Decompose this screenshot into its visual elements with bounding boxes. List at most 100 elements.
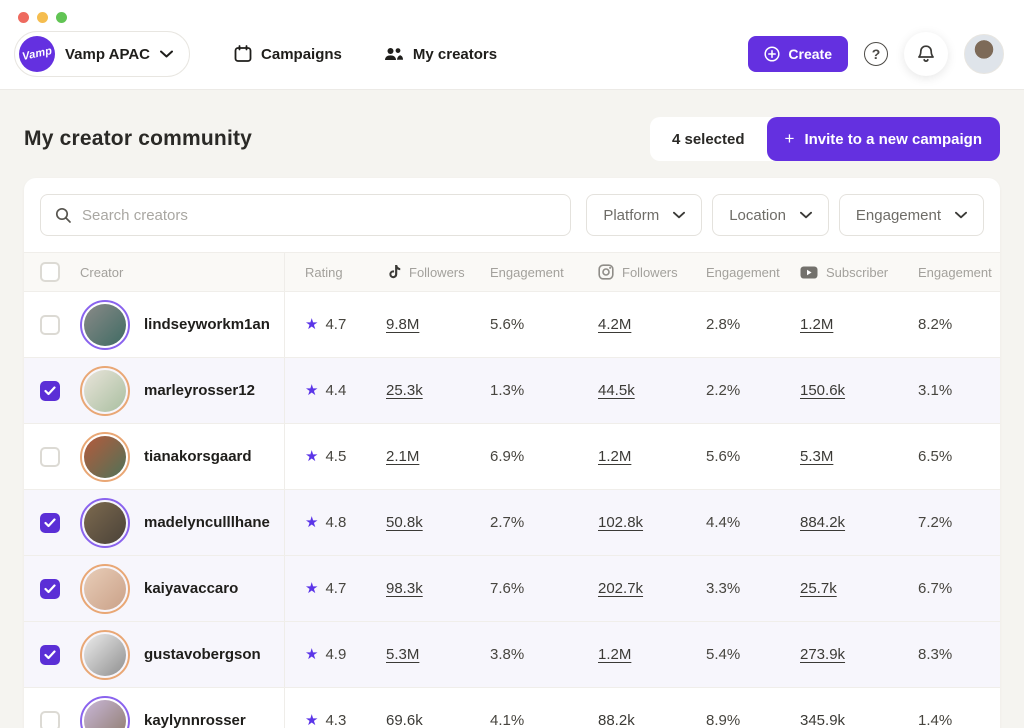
vamp-logo: Vamp <box>19 36 55 72</box>
tiktok-followers-link[interactable]: 2.1M <box>386 448 419 465</box>
row-checkbox[interactable] <box>40 645 60 665</box>
nav-campaigns[interactable]: Campaigns <box>234 45 342 63</box>
creator-avatar <box>80 498 130 548</box>
tiktok-engagement-value: 6.9% <box>490 448 598 465</box>
notifications-button[interactable] <box>904 32 948 76</box>
table-row[interactable]: gustavobergson ★ 4.9 5.3M 3.8% 1.2M 5.4%… <box>24 622 1000 688</box>
youtube-engagement-value: 8.2% <box>918 316 1000 333</box>
chevron-down-icon <box>673 211 685 219</box>
user-avatar[interactable] <box>964 34 1004 74</box>
youtube-subscribers-link[interactable]: 273.9k <box>800 646 845 663</box>
row-checkbox[interactable] <box>40 513 60 533</box>
youtube-subscribers-link[interactable]: 5.3M <box>800 448 833 465</box>
instagram-engagement-value: 5.4% <box>706 646 800 663</box>
row-checkbox[interactable] <box>40 579 60 599</box>
tiktok-engagement-value: 3.8% <box>490 646 598 663</box>
instagram-followers-link[interactable]: 44.5k <box>598 382 635 399</box>
topbar: Vamp Vamp APAC Campaigns My <box>0 0 1024 90</box>
nav-my-creators[interactable]: My creators <box>384 46 497 63</box>
chevron-down-icon <box>160 50 173 58</box>
chevron-down-icon <box>800 211 812 219</box>
page-title: My creator community <box>24 127 252 151</box>
youtube-subscribers-link[interactable]: 150.6k <box>800 382 845 399</box>
table-row[interactable]: lindseyworkm1an ★ 4.7 9.8M 5.6% 4.2M 2.8… <box>24 292 1000 358</box>
select-all-checkbox[interactable] <box>40 262 60 282</box>
youtube-subscribers-link[interactable]: 25.7k <box>800 580 837 597</box>
youtube-engagement-value: 6.5% <box>918 448 1000 465</box>
table-row[interactable]: kaiyavaccaro ★ 4.7 98.3k 7.6% 202.7k 3.3… <box>24 556 1000 622</box>
tiktok-followers-link[interactable]: 69.6k <box>386 712 423 728</box>
instagram-followers-link[interactable]: 4.2M <box>598 316 631 333</box>
traffic-light-zoom[interactable] <box>56 12 67 23</box>
rating-cell: ★ 4.8 <box>284 490 386 555</box>
traffic-light-minimize[interactable] <box>37 12 48 23</box>
col-tiktok-followers: Followers <box>386 264 490 280</box>
row-checkbox[interactable] <box>40 381 60 401</box>
creator-table-card: Platform Location Engagement Creator Rat… <box>24 178 1000 728</box>
instagram-followers-link[interactable]: 102.8k <box>598 514 643 531</box>
youtube-engagement-value: 8.3% <box>918 646 1000 663</box>
tiktok-engagement-value: 2.7% <box>490 514 598 531</box>
youtube-engagement-value: 3.1% <box>918 382 1000 399</box>
bell-icon <box>917 44 935 64</box>
tiktok-followers-link[interactable]: 98.3k <box>386 580 423 597</box>
tiktok-engagement-value: 5.6% <box>490 316 598 333</box>
col-youtube-engagement: Engagement <box>918 265 1000 280</box>
tiktok-followers-link[interactable]: 9.8M <box>386 316 419 333</box>
rating-cell: ★ 4.9 <box>284 622 386 687</box>
creator-avatar <box>80 366 130 416</box>
help-icon[interactable]: ? <box>864 42 888 66</box>
youtube-subscribers-link[interactable]: 884.2k <box>800 514 845 531</box>
selection-cluster: 4 selected + Invite to a new campaign <box>650 117 1000 161</box>
tiktok-followers-link[interactable]: 5.3M <box>386 646 419 663</box>
youtube-subscribers-link[interactable]: 1.2M <box>800 316 833 333</box>
tiktok-followers-link[interactable]: 25.3k <box>386 382 423 399</box>
instagram-followers-link[interactable]: 202.7k <box>598 580 643 597</box>
traffic-light-close[interactable] <box>18 12 29 23</box>
youtube-subscribers-link[interactable]: 345.9k <box>800 712 845 728</box>
workspace-name: Vamp APAC <box>65 46 150 63</box>
rating-cell: ★ 4.3 <box>284 688 386 728</box>
rating-cell: ★ 4.7 <box>284 556 386 621</box>
table-row[interactable]: tianakorsgaard ★ 4.5 2.1M 6.9% 1.2M 5.6%… <box>24 424 1000 490</box>
tiktok-followers-link[interactable]: 50.8k <box>386 514 423 531</box>
instagram-followers-link[interactable]: 88.2k <box>598 712 635 728</box>
col-rating: Rating <box>284 253 386 291</box>
instagram-followers-link[interactable]: 1.2M <box>598 646 631 663</box>
people-icon <box>384 46 404 62</box>
row-checkbox[interactable] <box>40 315 60 335</box>
col-instagram-followers: Followers <box>598 264 706 280</box>
creator-avatar <box>80 564 130 614</box>
instagram-engagement-value: 4.4% <box>706 514 800 531</box>
selected-count-badge: 4 selected <box>650 131 767 148</box>
platform-dropdown[interactable]: Platform <box>586 194 702 236</box>
tiktok-icon <box>386 264 401 280</box>
star-icon: ★ <box>305 713 318 728</box>
col-instagram-engagement: Engagement <box>706 265 800 280</box>
star-icon: ★ <box>305 317 318 332</box>
table-row[interactable]: marleyrosser12 ★ 4.4 25.3k 1.3% 44.5k 2.… <box>24 358 1000 424</box>
instagram-followers-link[interactable]: 1.2M <box>598 448 631 465</box>
invite-to-campaign-button[interactable]: + Invite to a new campaign <box>767 117 1000 161</box>
youtube-engagement-value: 7.2% <box>918 514 1000 531</box>
table-row[interactable]: kaylynnrosser ★ 4.3 69.6k 4.1% 88.2k 8.9… <box>24 688 1000 728</box>
instagram-engagement-value: 5.6% <box>706 448 800 465</box>
workspace-switcher[interactable]: Vamp Vamp APAC <box>14 31 190 77</box>
create-button[interactable]: Create <box>748 36 848 72</box>
traffic-lights <box>14 10 1004 31</box>
creator-username: lindseyworkm1an <box>144 316 270 333</box>
engagement-dropdown[interactable]: Engagement <box>839 194 984 236</box>
search-box[interactable] <box>40 194 571 236</box>
table-body: lindseyworkm1an ★ 4.7 9.8M 5.6% 4.2M 2.8… <box>24 292 1000 728</box>
row-checkbox[interactable] <box>40 447 60 467</box>
creator-username: tianakorsgaard <box>144 448 252 465</box>
location-dropdown[interactable]: Location <box>712 194 829 236</box>
col-creator: Creator <box>80 265 284 280</box>
creator-avatar <box>80 696 130 728</box>
creator-avatar <box>80 630 130 680</box>
row-checkbox[interactable] <box>40 711 60 728</box>
table-row[interactable]: madelynculllhane ★ 4.8 50.8k 2.7% 102.8k… <box>24 490 1000 556</box>
search-input[interactable] <box>82 207 556 224</box>
plus-icon: + <box>785 129 795 149</box>
youtube-engagement-value: 6.7% <box>918 580 1000 597</box>
